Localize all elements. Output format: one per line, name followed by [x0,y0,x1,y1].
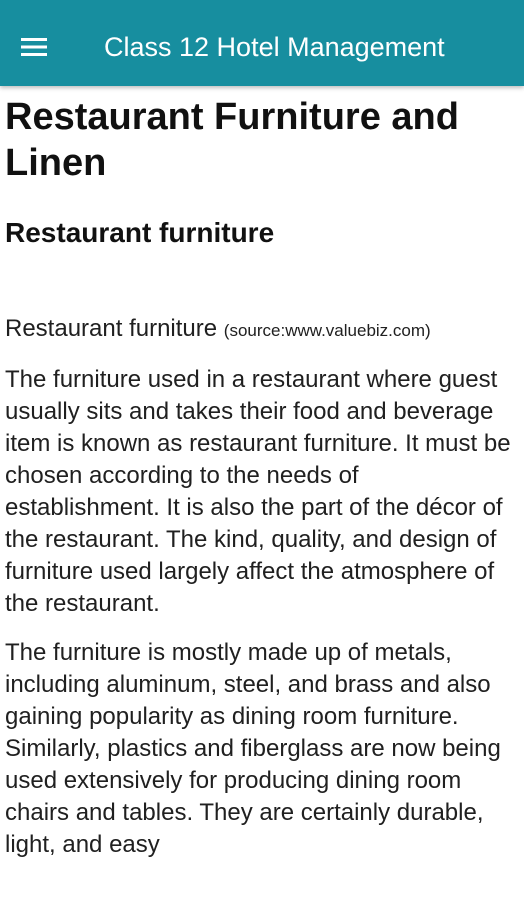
hamburger-menu-icon[interactable] [14,27,54,67]
section-heading: Restaurant furniture [5,217,275,248]
app-bar-title: Class 12 Hotel Management [104,32,445,62]
app-bar: Class 12 Hotel Management [0,0,524,86]
article-content: Restaurant Furniture and Linen Restauran… [5,94,519,861]
paragraph: The furniture used in a restaurant where… [5,366,511,617]
figure-source: (source:www.valuebiz.com) [223,321,431,340]
paragraph: The furniture is mostly made up of metal… [5,639,501,858]
figure-caption-text: Restaurant furniture [5,315,218,342]
page-title: Restaurant Furniture and Linen [5,96,459,184]
figure-caption: Restaurant furniture (source:www.valuebi… [5,314,519,346]
